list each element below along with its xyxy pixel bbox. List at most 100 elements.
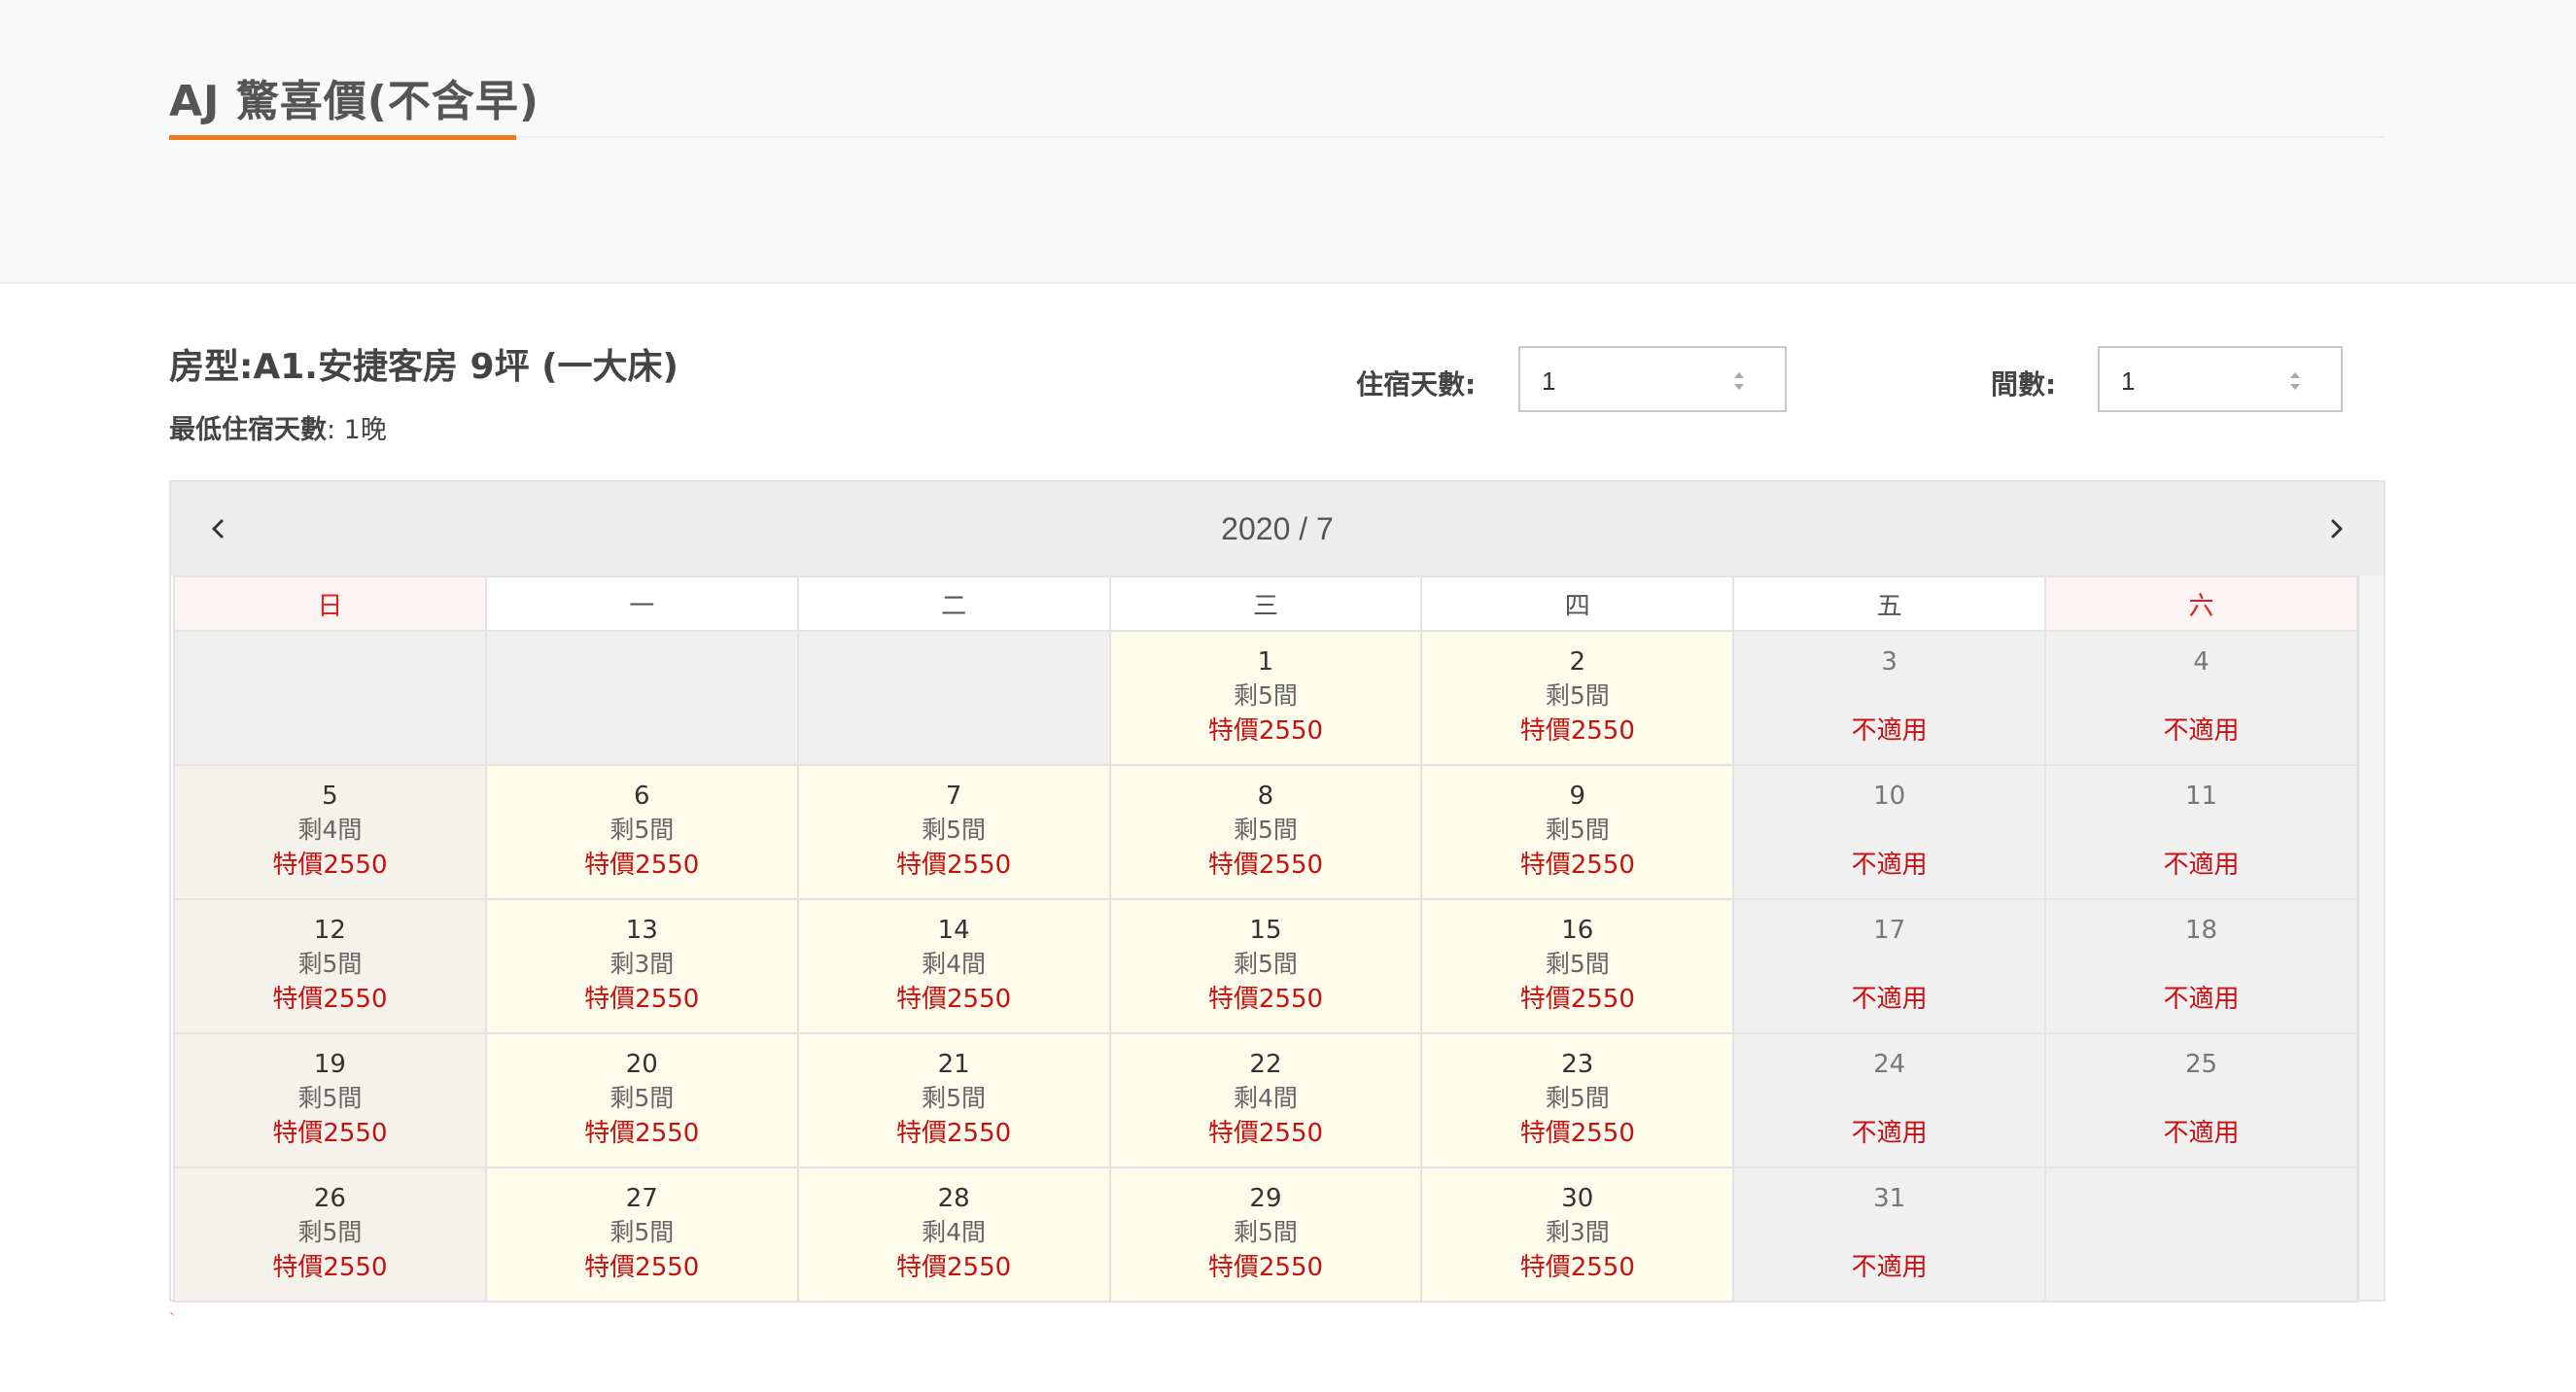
not-applicable-label: 不適用	[2163, 1119, 2240, 1148]
day-cell[interactable]: 28 剩4間 特價2550	[796, 1166, 1111, 1303]
day-cell[interactable]: 14 剩4間 特價2550	[796, 898, 1111, 1034]
day-cell[interactable]: 23 剩5間 特價2550	[1420, 1032, 1735, 1168]
day-cell: 24 不適用	[1732, 1032, 2047, 1168]
day-number: 9	[1569, 782, 1586, 811]
special-price: 特價2550	[1519, 716, 1635, 746]
special-price: 特價2550	[896, 851, 1012, 880]
day-cell[interactable]: 1 剩5間 特價2550	[1108, 630, 1423, 766]
day-cell[interactable]: 7 剩5間 特價2550	[796, 764, 1111, 900]
rooms-left: 剩5間	[1234, 681, 1298, 710]
day-number: 27	[625, 1184, 658, 1213]
special-price: 特價2550	[1519, 1119, 1635, 1148]
day-number: 19	[313, 1050, 346, 1079]
day-cell: 10 不適用	[1732, 764, 2047, 900]
title-underline	[169, 135, 516, 140]
weekday-header: 六	[2044, 575, 2358, 632]
day-cell[interactable]: 15 剩5間特價2550	[1108, 898, 1423, 1034]
day-number: 17	[1873, 916, 1906, 945]
special-price: 特價2550	[1519, 851, 1635, 880]
month-label: 2020 / 7	[1221, 511, 1334, 546]
special-price: 特價2550	[584, 851, 700, 880]
footer-mark: `	[169, 1310, 175, 1330]
not-applicable-label: 不適用	[2163, 716, 2240, 746]
day-cell: 31 不適用	[1732, 1166, 2047, 1303]
day-cell[interactable]: 22 剩4間 特價2550	[1108, 1032, 1423, 1168]
calendar-header: 2020 / 7	[171, 482, 2384, 575]
calendar-week-row: 5 剩4間 特價2550 6 剩5間 特價2550 7 剩5間 特價2550 8 剩5間 特價2550…	[173, 764, 2358, 900]
stepper-arrows-icon[interactable]	[2288, 369, 2302, 393]
day-number: 11	[2184, 782, 2218, 811]
day-cell[interactable]: 20 剩5間 特價2550	[484, 1032, 799, 1168]
day-number: 20	[625, 1050, 658, 1079]
weekday-row: 日一二三四五六	[173, 575, 2358, 632]
special-price: 特價2550	[1207, 851, 1324, 880]
rooms-stepper[interactable]: 1	[2098, 346, 2343, 412]
nights-value: 1	[1542, 366, 1556, 396]
day-cell[interactable]: 19 剩5間 特價2550	[173, 1032, 487, 1168]
calendar-scrollbar[interactable]	[2358, 575, 2384, 1300]
weekday-header: 四	[1420, 575, 1735, 632]
rooms-left: 剩5間	[609, 816, 675, 844]
day-cell[interactable]: 5 剩4間特價2550	[173, 764, 487, 900]
weekday-header: 五	[1732, 575, 2047, 632]
rooms-left: 剩5間	[609, 1084, 675, 1112]
day-cell[interactable]: 29 剩5間 特價2550	[1108, 1166, 1423, 1303]
day-cell[interactable]: 9 剩5間 特價2550	[1420, 764, 1735, 900]
rooms-left: 剩5間	[922, 1084, 987, 1112]
weekday-header: 二	[796, 575, 1111, 632]
availability-calendar: 2020 / 7 日一二三四五六 1 剩5間 特價2550 2 剩5間 特價2550 3 不適…	[169, 480, 2385, 1303]
stepper-arrows-icon[interactable]	[1732, 369, 1746, 393]
special-price: 特價2550	[1519, 1253, 1635, 1282]
calendar-body: 1 剩5間 特價2550 2 剩5間 特價2550 3 不適用 4 不適用 5 剩4間 特價2550 6 剩…	[173, 630, 2358, 1303]
special-price: 特價2550	[272, 1253, 388, 1282]
calendar-week-row: 19 剩5間 特價2550 20 剩5間 特價2550 21 剩5間 特價2550 22 剩4間 特價…	[173, 1032, 2358, 1168]
nights-stepper[interactable]: 1	[1518, 346, 1787, 412]
title-band: AJ 驚喜價(不含早)	[0, 0, 2576, 284]
chevron-right-icon[interactable]	[2317, 509, 2356, 548]
day-cell: 25 不適用	[2044, 1032, 2358, 1168]
day-cell[interactable]: 26 剩5間 特價2550	[173, 1166, 487, 1303]
special-price: 特價2550	[272, 851, 388, 880]
day-cell[interactable]: 6 剩5間 特價2550	[484, 764, 799, 900]
rooms-left: 剩4間	[922, 950, 987, 978]
day-cell[interactable]: 8 剩5間 特價2550	[1108, 764, 1423, 900]
room-type-label: 房型:A1.安捷客房 9坪 (一大床)	[169, 347, 679, 387]
not-applicable-label: 不適用	[1851, 716, 1928, 746]
empty-day-cell	[796, 630, 1111, 766]
rooms-left: 剩4間	[297, 816, 363, 844]
day-cell: 3 不適用	[1732, 630, 2047, 766]
day-number: 21	[937, 1050, 970, 1079]
rooms-left: 剩4間	[922, 1218, 987, 1246]
min-stay-value: : 1晚	[327, 415, 387, 445]
day-cell[interactable]: 30 剩3間 特價2550	[1420, 1166, 1735, 1303]
day-cell[interactable]: 2 剩5間 特價2550	[1420, 630, 1735, 766]
day-number: 10	[1873, 782, 1906, 811]
day-number: 25	[2184, 1050, 2218, 1079]
day-number: 15	[1249, 916, 1282, 945]
rooms-value: 1	[2121, 366, 2136, 396]
day-cell[interactable]: 27 剩5間 特價2550	[484, 1166, 799, 1303]
day-cell[interactable]: 12 剩5間 特價2550	[173, 898, 487, 1034]
not-applicable-label: 不適用	[1851, 851, 1928, 880]
special-price: 特價2550	[1207, 985, 1324, 1014]
min-stay-label: 最低住宿天數	[169, 415, 327, 445]
day-cell[interactable]: 13 剩3間 特價2550	[484, 898, 799, 1034]
rooms-left: 剩5間	[1234, 950, 1298, 978]
day-cell[interactable]: 16 剩5間 特價2550	[1420, 898, 1735, 1034]
day-cell: 4 不適用	[2044, 630, 2358, 766]
day-number: 5	[322, 782, 338, 811]
day-cell: 18 不適用	[2044, 898, 2358, 1034]
rooms-left: 剩5間	[1234, 1218, 1298, 1246]
day-number: 31	[1873, 1184, 1906, 1213]
not-applicable-label: 不適用	[1851, 1253, 1928, 1282]
special-price: 特價2550	[584, 1253, 700, 1282]
weekday-header: 三	[1108, 575, 1423, 632]
day-cell[interactable]: 21 剩5間特價2550	[796, 1032, 1111, 1168]
day-number: 29	[1249, 1184, 1282, 1213]
special-price: 特價2550	[896, 1119, 1012, 1148]
rooms-left: 剩4間	[1234, 1084, 1298, 1112]
day-number: 1	[1257, 647, 1274, 677]
rooms-label: 間數:	[1991, 368, 2057, 400]
day-cell: 11 不適用	[2044, 764, 2358, 900]
day-number: 16	[1561, 916, 1594, 945]
